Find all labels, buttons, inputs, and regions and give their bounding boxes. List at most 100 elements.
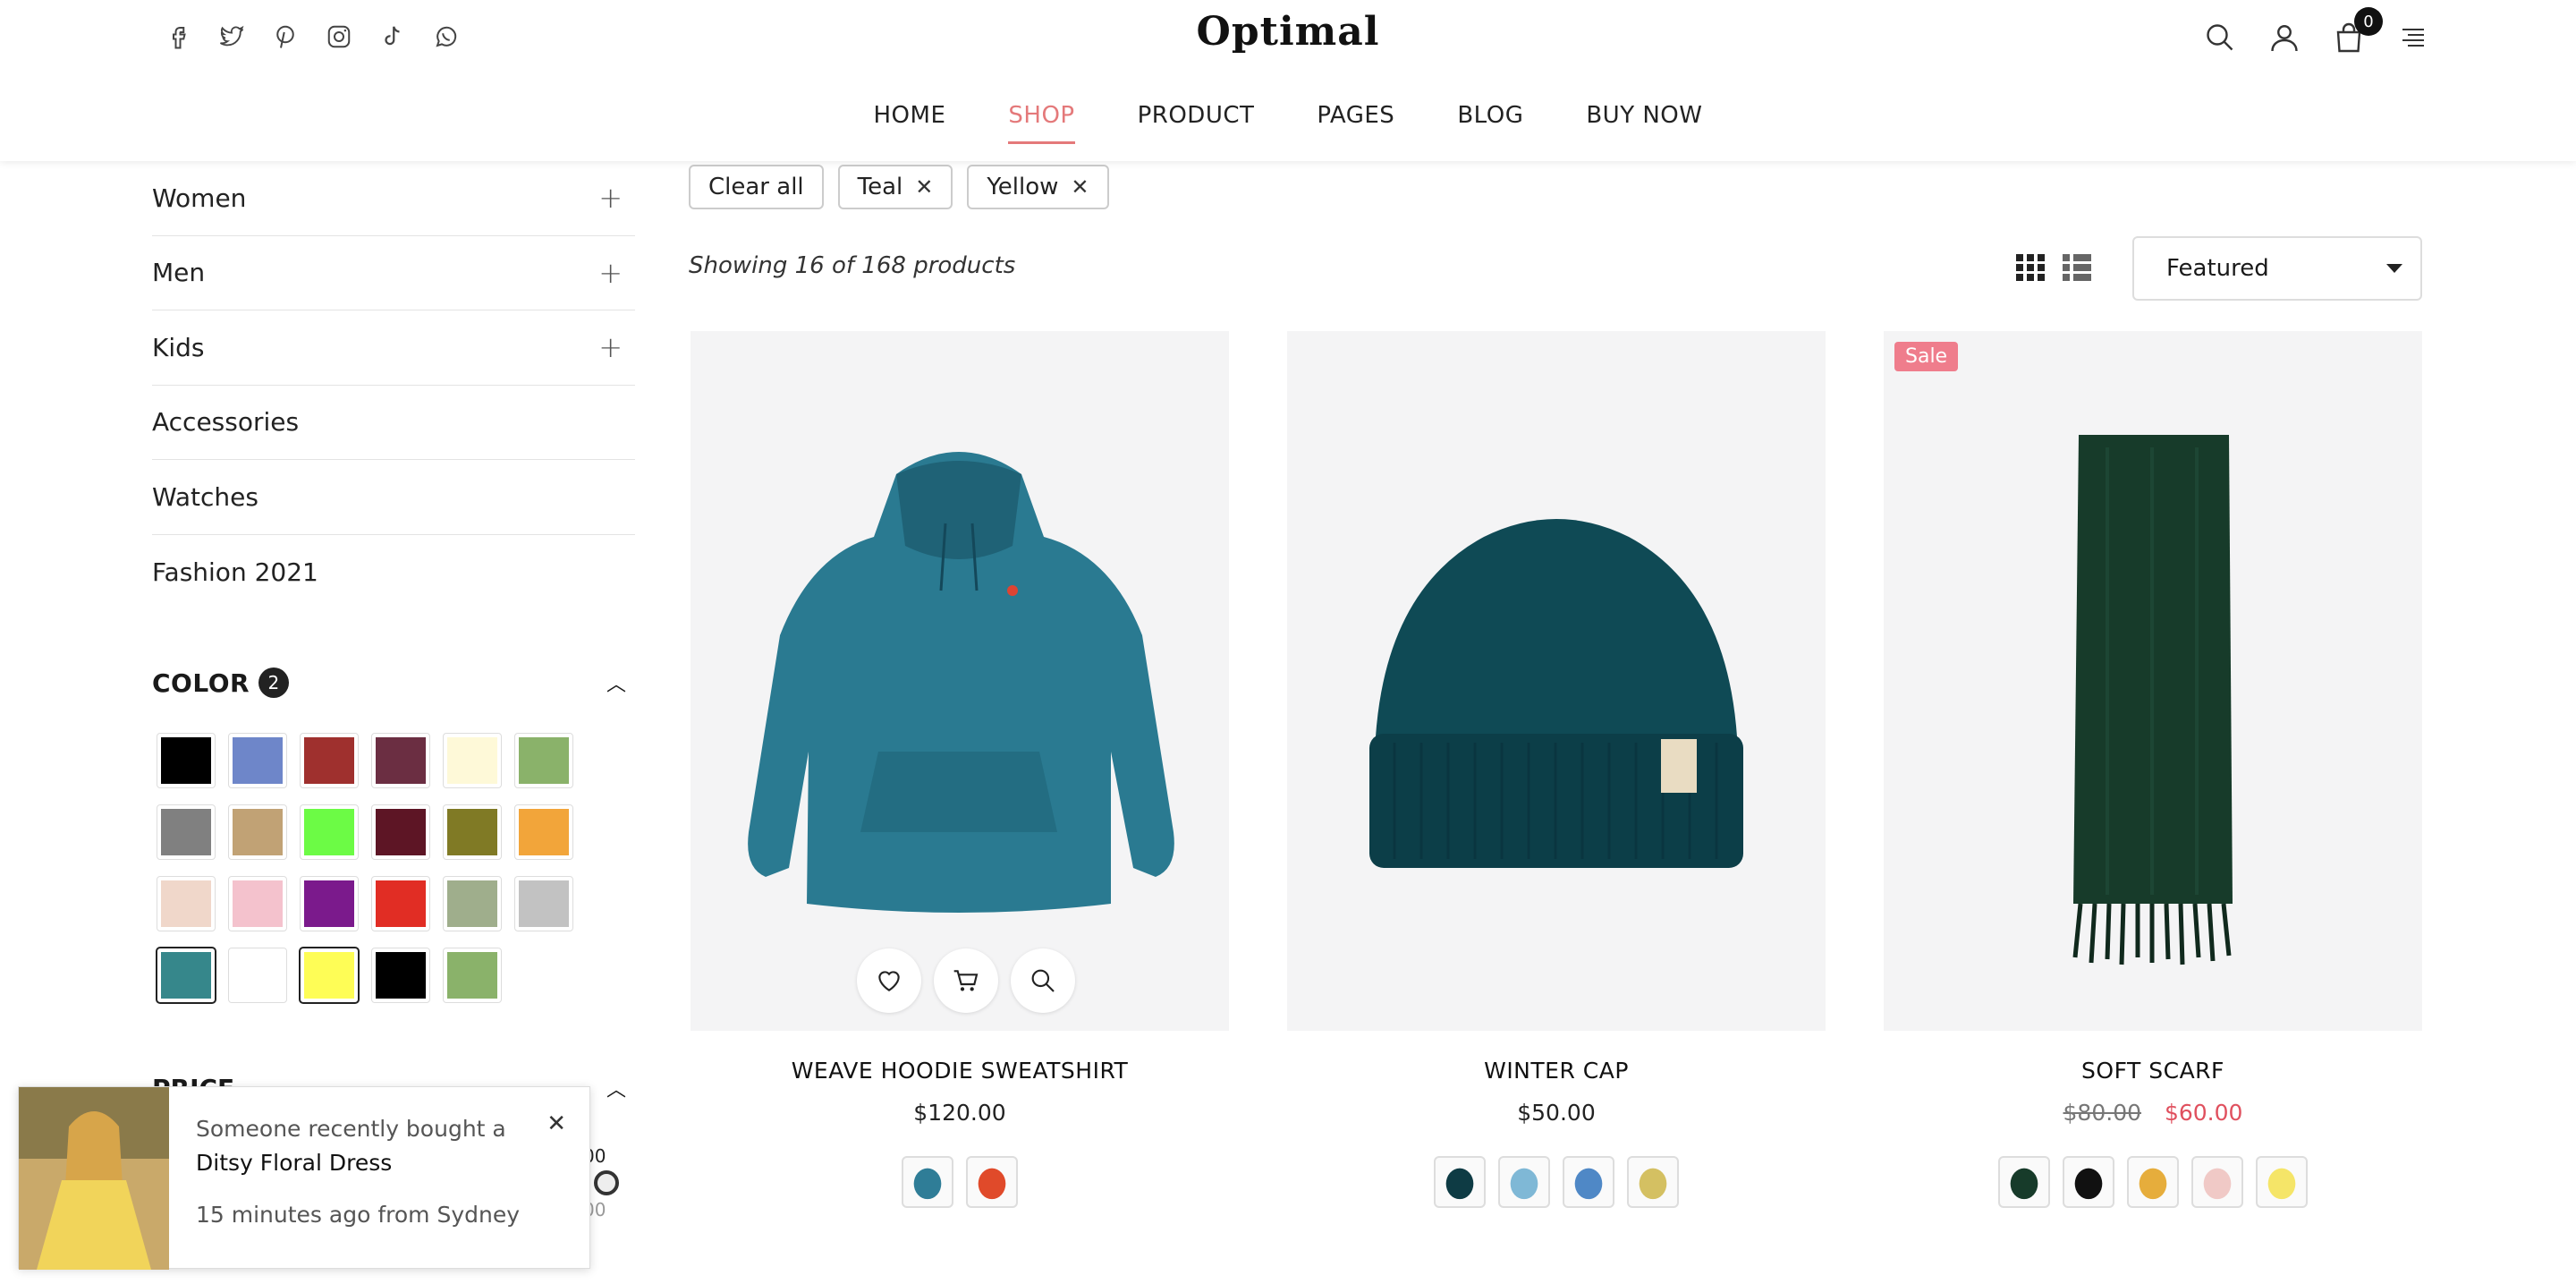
cart-count-badge: 0 [2354,7,2383,36]
nav-home[interactable]: HOME [874,102,946,144]
nav-product[interactable]: PRODUCT [1138,102,1255,144]
color-swatch[interactable] [299,947,360,1004]
variant-thumbnail[interactable] [1627,1156,1679,1208]
list-view-icon[interactable] [2063,254,2091,281]
nav-pages[interactable]: PAGES [1317,102,1394,144]
chevron-up-icon[interactable]: ︿ [606,668,635,697]
product-title[interactable]: WINTER CAP [1287,1058,1826,1084]
category-label: Kids [152,332,205,362]
color-swatch[interactable] [228,948,287,1003]
product-image[interactable]: Sale [1884,331,2422,1031]
variant-thumbnail[interactable] [2191,1156,2243,1208]
product-image[interactable] [691,331,1229,1031]
color-swatch[interactable] [157,804,216,860]
color-swatch[interactable] [443,876,502,931]
site-logo[interactable]: Optimal [0,9,2576,55]
variant-thumbnail[interactable] [966,1156,1018,1208]
variant-thumbnail[interactable] [1498,1156,1550,1208]
category-accessories[interactable]: Accessories [152,386,635,460]
color-swatch[interactable] [156,947,216,1004]
product-title[interactable]: WEAVE HOODIE SWEATSHIRT [691,1058,1229,1084]
color-swatch[interactable] [300,876,359,931]
color-swatch[interactable] [371,733,430,788]
color-swatch[interactable] [443,804,502,860]
color-swatch[interactable] [443,948,502,1003]
result-count: Showing 16 of 168 products [689,252,1016,279]
quick-view-search-icon[interactable] [1011,948,1075,1013]
expand-icon[interactable]: + [598,256,635,290]
category-label: Watches [152,481,258,512]
chevron-down-icon [2386,264,2402,273]
variant-list [1287,1156,1826,1208]
nav-buy-now[interactable]: BUY NOW [1586,102,1702,144]
color-filter-label: COLOR [152,668,250,698]
color-swatch[interactable] [371,876,430,931]
color-swatch[interactable] [443,733,502,788]
color-swatch[interactable] [514,733,573,788]
sale-badge: Sale [1894,342,1959,371]
variant-thumbnail[interactable] [1998,1156,2050,1208]
color-filter-header[interactable]: COLOR 2 ︿ [152,668,635,698]
filter-chip-yellow[interactable]: Yellow ✕ [967,165,1109,209]
nav-blog[interactable]: BLOG [1457,102,1523,144]
color-swatch[interactable] [371,804,430,860]
expand-icon[interactable]: + [598,181,635,215]
category-fashion-2021[interactable]: Fashion 2021 [152,535,635,610]
recent-purchase-popup[interactable]: Someone recently bought a Ditsy Floral D… [18,1086,590,1270]
product-title[interactable]: SOFT SCARF [1884,1058,2422,1084]
color-swatch[interactable] [514,804,573,860]
wishlist-heart-icon[interactable] [857,948,921,1013]
color-swatch[interactable] [157,733,216,788]
color-swatch[interactable] [228,804,287,860]
color-swatch[interactable] [371,948,430,1003]
menu-icon[interactable] [2397,21,2429,54]
chip-label: Clear all [708,174,804,200]
close-icon[interactable]: ✕ [1071,174,1089,200]
category-kids[interactable]: Kids + [152,310,635,386]
nav-shop[interactable]: SHOP [1008,102,1075,144]
color-swatch[interactable] [300,804,359,860]
product-price: $50.00 [1287,1100,1826,1126]
close-icon[interactable]: ✕ [915,174,933,200]
category-watches[interactable]: Watches [152,460,635,535]
cap-image [1369,519,1743,868]
color-swatch[interactable] [228,733,287,788]
variant-thumbnail[interactable] [2127,1156,2179,1208]
color-swatch[interactable] [514,876,573,931]
close-icon[interactable]: ✕ [547,1110,566,1137]
product-card[interactable]: WINTER CAP $50.00 [1287,331,1826,1208]
variant-thumbnail[interactable] [1563,1156,1614,1208]
search-icon[interactable] [2204,21,2236,54]
popup-product-image[interactable] [19,1087,169,1270]
popup-product-name[interactable]: Ditsy Floral Dress [196,1146,554,1180]
clear-all-button[interactable]: Clear all [689,165,824,209]
product-price: $80.00 $60.00 [1884,1100,2422,1126]
product-image[interactable] [1287,331,1826,1031]
sort-value: Featured [2166,255,2269,282]
cart-icon[interactable]: 0 [2333,7,2383,54]
expand-icon[interactable]: + [598,330,635,364]
product-card[interactable]: WEAVE HOODIE SWEATSHIRT $120.00 [691,331,1229,1208]
color-swatch[interactable] [228,876,287,931]
account-icon[interactable] [2268,21,2301,54]
category-men[interactable]: Men + [152,236,635,310]
chevron-up-icon[interactable]: ︿ [606,1074,635,1103]
grid-view-icon[interactable] [2016,254,2045,281]
variant-thumbnail[interactable] [902,1156,953,1208]
product-card[interactable]: Sale SOFT SCARF $80.00 $60.00 [1884,331,2422,1208]
color-swatch[interactable] [157,876,216,931]
add-to-cart-icon[interactable] [934,948,998,1013]
category-label: Men [152,258,206,288]
header-actions: 0 [2204,7,2429,54]
sort-select[interactable]: Featured [2132,236,2422,301]
variant-thumbnail[interactable] [2256,1156,2308,1208]
popup-line: Someone recently bought a [196,1116,506,1142]
color-swatch[interactable] [300,733,359,788]
hoodie-image [748,452,1174,913]
old-price: $80.00 [2063,1100,2142,1126]
category-women[interactable]: Women + [152,161,635,236]
filter-chip-teal[interactable]: Teal ✕ [837,165,953,209]
price-slider-handle[interactable] [594,1170,619,1195]
variant-thumbnail[interactable] [1434,1156,1486,1208]
variant-thumbnail[interactable] [2063,1156,2114,1208]
